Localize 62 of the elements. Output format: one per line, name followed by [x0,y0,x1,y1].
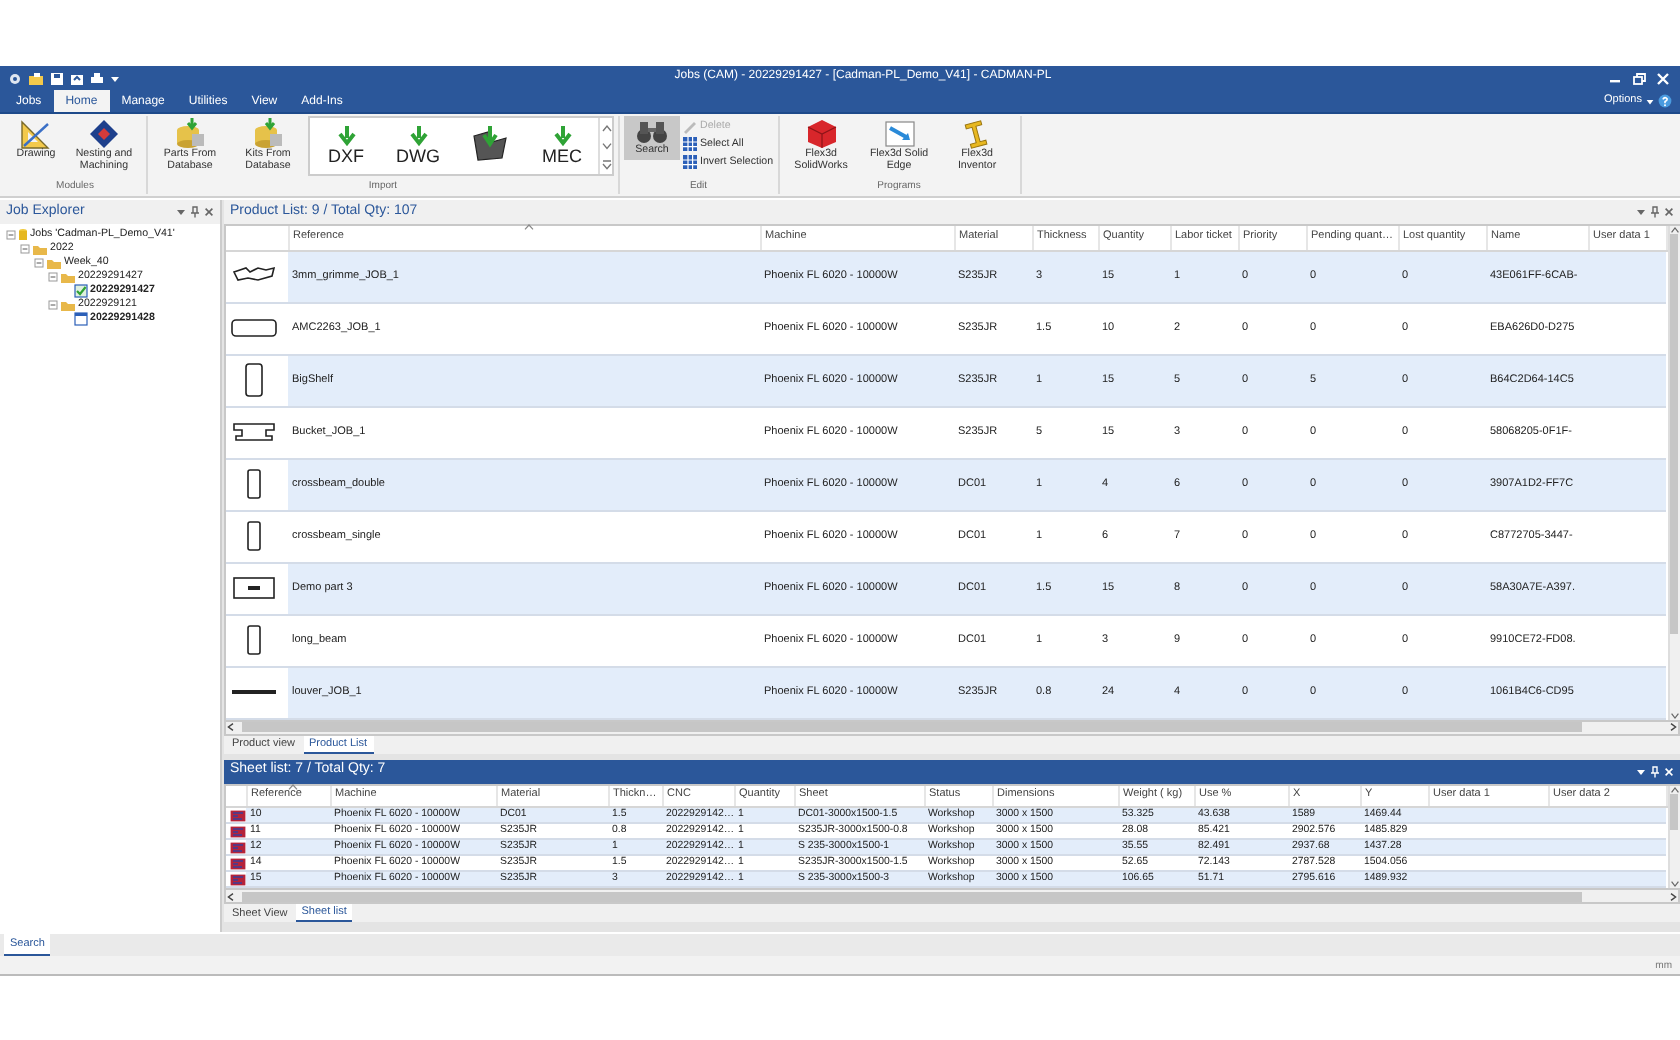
checkmark-icon [74,284,88,298]
arrow-down-icon [553,125,571,146]
horizontal-scrollbar[interactable] [224,890,1680,904]
help-icon[interactable] [1658,94,1672,108]
scroll-left-icon[interactable] [226,891,236,901]
import-button[interactable]: MEC [526,125,598,167]
binoculars-icon [634,118,670,146]
scroll-up-icon[interactable] [1669,226,1679,234]
sheet-icon [230,809,246,821]
dropdown-icon[interactable] [176,206,186,218]
dropdown-icon[interactable] [1636,765,1646,777]
sort-icon[interactable] [288,783,298,789]
part-outline-drawing [232,266,276,281]
scroll-up-icon[interactable] [601,123,611,131]
sheet-icon [230,841,246,853]
pin-icon[interactable] [1650,206,1660,218]
restore-icon[interactable] [1630,71,1648,85]
part-outline-drawing [247,625,261,655]
import-button[interactable]: DXF [310,125,382,167]
caret-icon[interactable] [110,71,120,85]
pencil-icon [682,118,698,134]
print-icon[interactable] [90,71,104,85]
import-button[interactable]: DWG [382,125,454,167]
part-outline-drawing [245,363,263,397]
scroll-down-icon[interactable] [1669,711,1679,719]
scroll-right-icon[interactable] [1668,891,1678,901]
diamond-icon [88,118,120,150]
sheet-icon [230,873,246,885]
part-arrow-icon [468,126,512,166]
pin-icon[interactable] [190,206,200,218]
sheet-icon [230,857,246,869]
close-icon[interactable] [1664,206,1674,218]
new-folder-icon[interactable] [28,71,44,85]
part-outline-drawing [233,423,275,441]
cylinder-icon [18,228,28,242]
scroll-right-icon[interactable] [1668,722,1678,732]
arrow-down-icon [409,125,427,146]
app-icon[interactable] [8,71,22,85]
cube-icon [805,118,838,150]
scroll-down-icon[interactable] [1669,880,1679,888]
vertical-scrollbar[interactable] [1667,226,1679,719]
part-outline-drawing [247,469,261,499]
close-icon[interactable] [204,206,214,218]
calendar-icon [74,312,88,326]
dropdown-icon[interactable] [1636,206,1646,218]
part-outline-drawing [247,521,261,551]
more-icon[interactable] [601,159,611,169]
vertical-scrollbar[interactable] [1667,785,1679,888]
database-icon [174,118,206,150]
arrow-down-icon [337,125,355,146]
sort-icon[interactable] [524,224,534,230]
save-icon[interactable] [50,71,64,85]
database-icon [252,118,284,150]
scroll-up-icon[interactable] [1669,785,1679,793]
part-outline-drawing [231,319,277,337]
part-outline-drawing [232,690,276,694]
scroll-down-icon[interactable] [601,141,611,149]
scroll-left-icon[interactable] [226,722,236,732]
part-outline-drawing [233,577,275,599]
beam-icon [961,118,994,150]
open-icon[interactable] [70,71,84,85]
sheet-icon [230,825,246,837]
